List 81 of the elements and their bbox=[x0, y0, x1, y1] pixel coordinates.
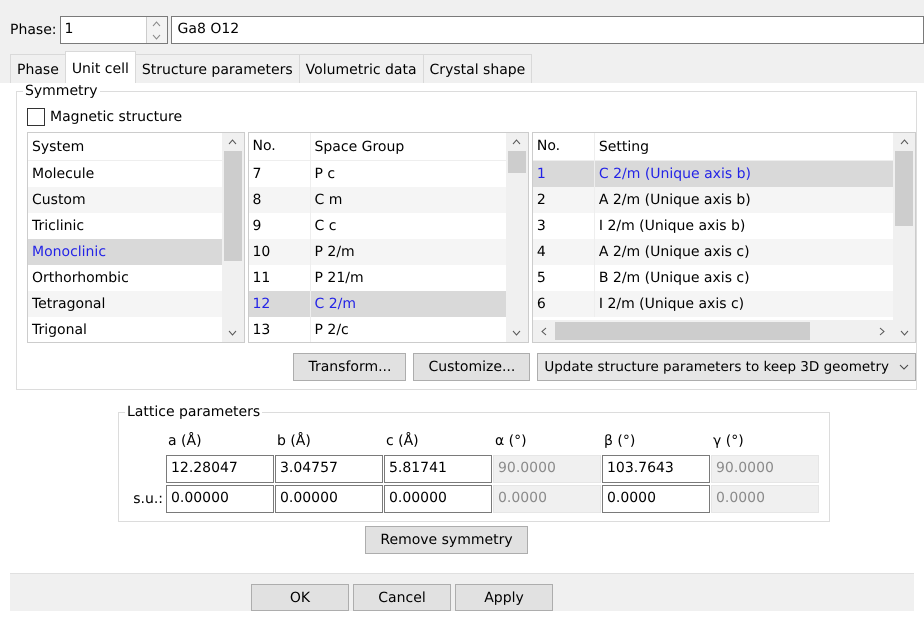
column-header: System bbox=[31, 138, 84, 154]
dialog-button[interactable]: Cancel bbox=[353, 584, 451, 611]
action-button[interactable]: Transform... bbox=[293, 353, 406, 381]
column-header: Space Group bbox=[314, 138, 404, 154]
column-header: Setting bbox=[598, 138, 650, 154]
scrollbar[interactable] bbox=[893, 133, 915, 342]
value-field[interactable]: 12.28047 bbox=[166, 455, 274, 483]
caret-icon bbox=[899, 364, 909, 370]
phase-label: Phase: bbox=[10, 22, 57, 38]
column-header: β (°) bbox=[603, 432, 636, 451]
list-row[interactable]: 12 C 2/m bbox=[248, 291, 506, 317]
number-cell: 13 bbox=[248, 317, 311, 342]
tab[interactable]: Phase bbox=[10, 54, 66, 83]
number-cell: 4 bbox=[532, 239, 595, 265]
su-field[interactable]: 0.0000 bbox=[602, 485, 710, 513]
phase-spinbox[interactable]: 1 bbox=[60, 16, 168, 44]
column-header: c (Å) bbox=[385, 431, 420, 451]
space-group-cell-text: C 2/m bbox=[314, 295, 356, 314]
list-row[interactable]: 13 P 2/c bbox=[248, 317, 506, 342]
list-row[interactable]: 8 C m bbox=[248, 187, 506, 213]
setting-cell-text: A 2/m (Unique axis b) bbox=[598, 191, 751, 210]
update-mode-dropdown[interactable]: Update structure parameters to keep 3D geometry bbox=[537, 353, 916, 381]
column-header: γ (°) bbox=[712, 432, 745, 451]
number-cell: 8 bbox=[248, 187, 311, 213]
column-header: No. bbox=[248, 133, 311, 160]
list-row[interactable]: 4 A 2/m (Unique axis c) bbox=[532, 239, 893, 265]
scrollbar-thumb[interactable] bbox=[508, 151, 526, 173]
value-field[interactable]: 3.04757 bbox=[275, 455, 383, 483]
row-label: s.u.: bbox=[132, 491, 164, 507]
group-title: Lattice parameters bbox=[125, 404, 262, 420]
list-item[interactable]: Orthorhombic bbox=[28, 265, 222, 291]
remove-symmetry-button[interactable]: Remove symmetry bbox=[365, 526, 528, 554]
scrollbar[interactable] bbox=[222, 133, 244, 342]
scrollbar-thumb[interactable] bbox=[554, 322, 810, 340]
list-row[interactable]: 10 P 2/m bbox=[248, 239, 506, 265]
setting-cell-text: I 2/m (Unique axis c) bbox=[598, 295, 744, 314]
action-button[interactable]: Customize... bbox=[413, 353, 530, 381]
checkbox-label: Magnetic structure bbox=[50, 109, 182, 125]
list-item[interactable]: Molecule bbox=[28, 161, 222, 187]
space-group-cell-text: P 2/c bbox=[314, 321, 349, 340]
number-cell: 12 bbox=[248, 291, 311, 317]
column-header: a (Å) bbox=[167, 431, 203, 451]
list-row[interactable]: 2 A 2/m (Unique axis b) bbox=[532, 187, 893, 213]
setting-cell-text: I 2/m (Unique axis b) bbox=[598, 217, 746, 236]
space-group-cell-text: P c bbox=[314, 165, 336, 184]
su-field[interactable]: 0.00000 bbox=[275, 485, 383, 513]
number-cell: 6 bbox=[532, 291, 595, 317]
setting-cell-text: C 2/m (Unique axis b) bbox=[598, 165, 751, 184]
dialog-button[interactable]: Apply bbox=[455, 584, 553, 611]
space-group-cell-text: P 21/m bbox=[314, 269, 364, 288]
formula-field[interactable]: Ga8 O12 bbox=[170, 16, 924, 44]
space-group-cell-text: C c bbox=[314, 217, 336, 236]
number-cell: 2 bbox=[532, 187, 595, 213]
checkbox[interactable] bbox=[27, 108, 45, 126]
column-header: α (°) bbox=[494, 432, 528, 451]
scrollbar-thumb[interactable] bbox=[224, 151, 242, 261]
su-field[interactable]: 0.00000 bbox=[384, 485, 492, 513]
number-cell: 10 bbox=[248, 239, 311, 265]
list-item[interactable]: Triclinic bbox=[28, 213, 222, 239]
su-field[interactable]: 0.00000 bbox=[166, 485, 274, 513]
setting-cell-text: A 2/m (Unique axis c) bbox=[598, 243, 750, 262]
tab[interactable]: Unit cell bbox=[64, 51, 136, 83]
list-row[interactable]: 1 C 2/m (Unique axis b) bbox=[532, 161, 893, 187]
dialog-button[interactable]: OK bbox=[251, 584, 349, 611]
tab[interactable]: Crystal shape bbox=[422, 54, 532, 83]
scrollbar-thumb[interactable] bbox=[895, 151, 913, 226]
group-title: Symmetry bbox=[23, 83, 100, 99]
scrollbar[interactable] bbox=[506, 133, 528, 342]
list-row[interactable]: 6 I 2/m (Unique axis c) bbox=[532, 291, 893, 317]
list-item[interactable]: Monoclinic bbox=[28, 239, 222, 265]
space-group-cell-text: C m bbox=[314, 191, 342, 210]
list-item[interactable]: Custom bbox=[28, 187, 222, 213]
space-group-cell-text: P 2/m bbox=[314, 243, 355, 262]
setting-cell-text: B 2/m (Unique axis c) bbox=[598, 269, 750, 288]
column-header: No. bbox=[532, 133, 595, 160]
value-field[interactable]: 5.81741 bbox=[384, 455, 492, 483]
list-item[interactable]: Trigonal bbox=[28, 317, 222, 342]
column-header: b (Å) bbox=[276, 431, 312, 451]
list-item[interactable]: Tetragonal bbox=[28, 291, 222, 317]
scrollbar[interactable] bbox=[532, 320, 893, 342]
value-field[interactable]: 103.7643 bbox=[602, 455, 710, 483]
